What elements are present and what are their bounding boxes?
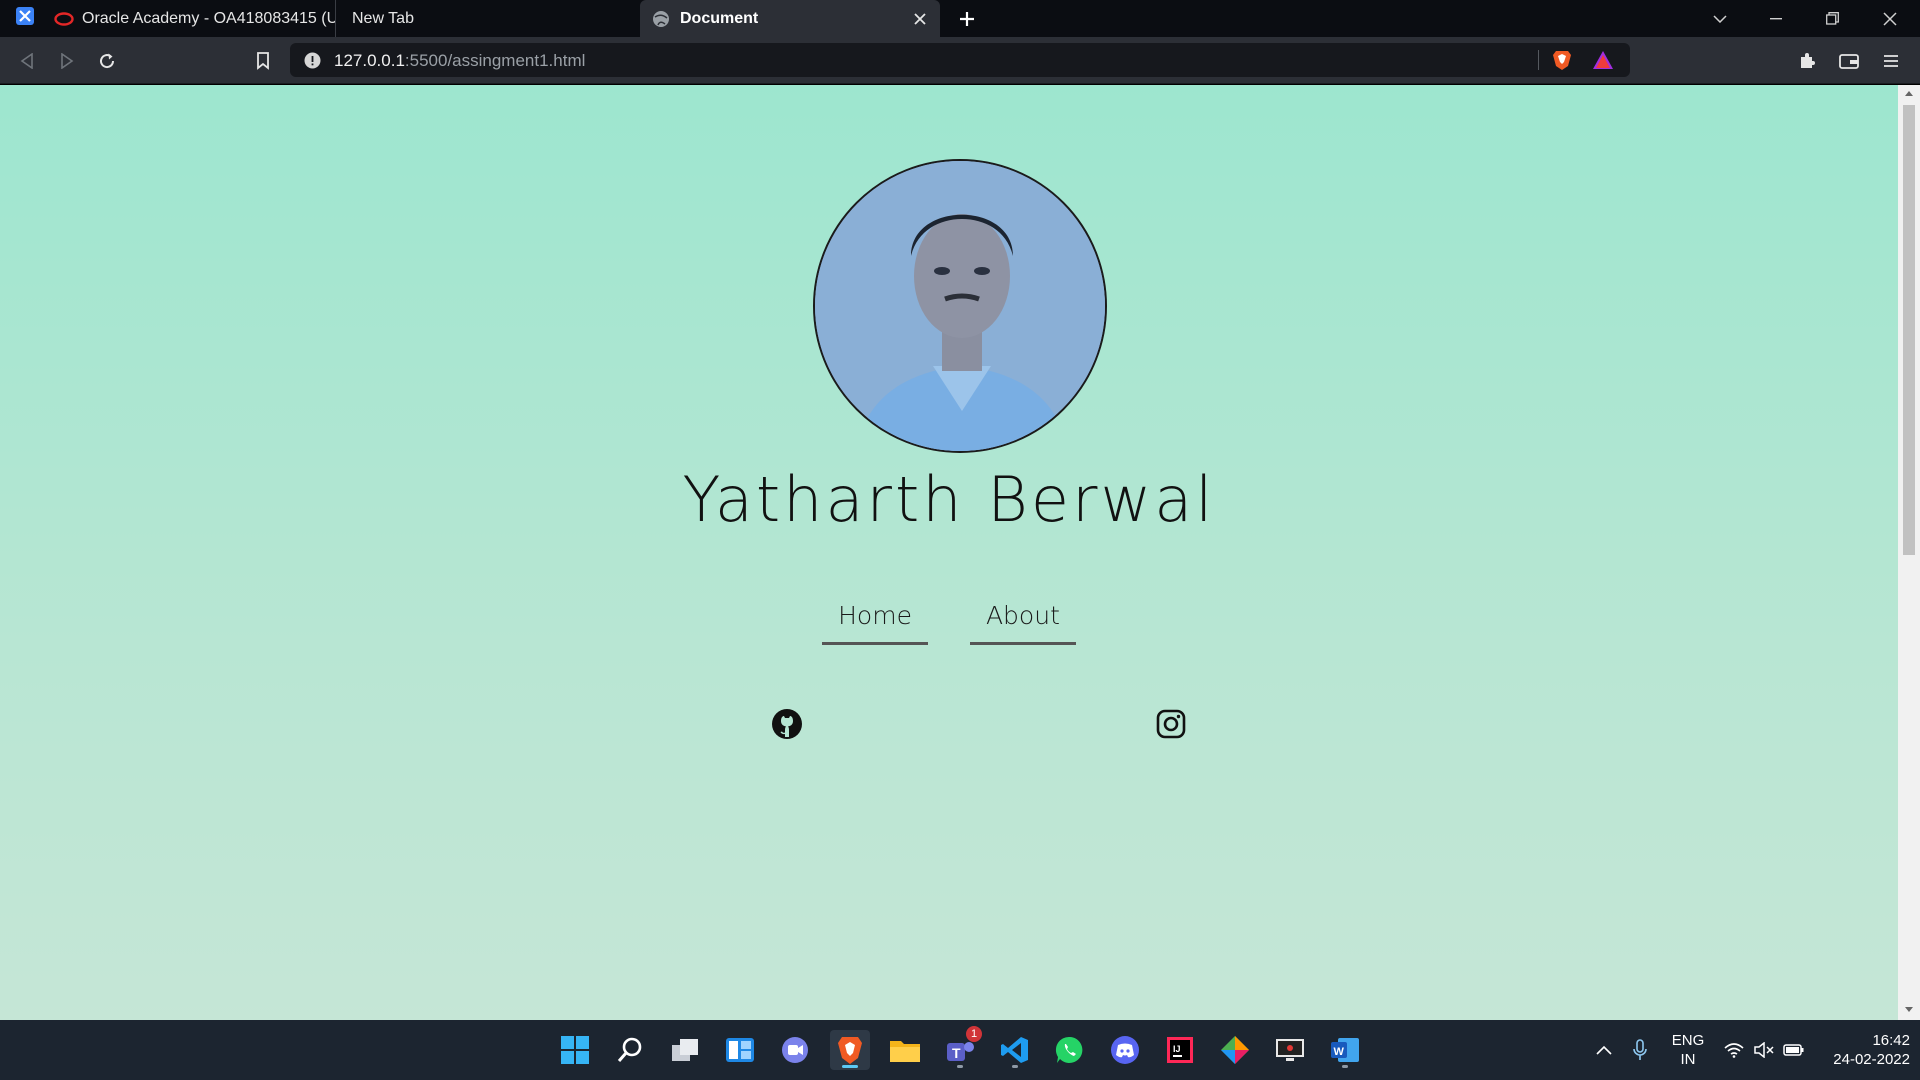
globe-icon [652, 10, 670, 28]
url-host: 127.0.0.1 [334, 51, 405, 70]
active-indicator [842, 1065, 858, 1068]
notification-badge: 1 [966, 1026, 982, 1042]
minimize-button[interactable] [1748, 0, 1804, 37]
url-text[interactable]: 127.0.0.1:5500/assingment1.html [334, 51, 585, 71]
file-explorer-icon[interactable] [885, 1030, 925, 1070]
web-page: Yatharth Berwal Home About [0, 85, 1898, 1020]
main-nav: Home About [0, 597, 1898, 645]
profile-name: Yatharth Berwal [682, 463, 1216, 536]
tab-new-tab[interactable]: New Tab [340, 0, 640, 37]
clock-date: 24-02-2022 [1833, 1051, 1910, 1068]
brave-rewards-icon[interactable] [1592, 50, 1614, 70]
new-tab-button[interactable] [952, 4, 982, 34]
page-scrollbar[interactable] [1898, 85, 1920, 1020]
reload-icon[interactable] [92, 46, 122, 76]
whatsapp-icon[interactable] [1050, 1030, 1090, 1070]
tab-document[interactable]: Document [640, 0, 940, 37]
chevron-up-icon[interactable] [1584, 1030, 1624, 1070]
teams-chat-icon[interactable] [775, 1030, 815, 1070]
remote-desktop-icon[interactable] [1270, 1030, 1310, 1070]
running-indicator [1012, 1065, 1018, 1068]
oracle-icon [54, 11, 74, 26]
url-path: :5500/assingment1.html [404, 51, 586, 70]
close-window-button[interactable] [1862, 0, 1918, 37]
clock-time: 16:42 [1872, 1032, 1910, 1049]
brave-shields-icon[interactable] [1552, 49, 1572, 71]
url-divider [1538, 50, 1539, 70]
svg-text:W: W [1334, 1046, 1345, 1058]
scroll-down-icon[interactable] [1903, 1003, 1915, 1015]
git-tool-icon[interactable] [1215, 1030, 1255, 1070]
windows-taskbar: T 1 IJ W ENG IN 16:42 24-02-2022 [0, 1020, 1920, 1080]
running-indicator [1342, 1065, 1348, 1068]
instagram-icon[interactable] [1154, 707, 1188, 741]
svg-text:T: T [952, 1045, 961, 1061]
info-icon[interactable] [304, 52, 321, 69]
battery-icon[interactable] [1774, 1030, 1814, 1070]
brave-browser-taskbar-icon[interactable] [830, 1030, 870, 1070]
tab-oracle-academy[interactable]: Oracle Academy - OA418083415 (User [48, 0, 336, 37]
forward-icon[interactable] [52, 46, 82, 76]
menu-icon[interactable] [1876, 46, 1906, 76]
region-code: IN [1680, 1051, 1696, 1068]
vscode-icon[interactable] [995, 1030, 1035, 1070]
microphone-icon[interactable] [1620, 1030, 1660, 1070]
scroll-thumb[interactable] [1903, 105, 1915, 555]
running-indicator [957, 1065, 963, 1068]
tab-search-chevron-icon[interactable] [1692, 0, 1748, 37]
start-icon[interactable] [555, 1030, 595, 1070]
pinned-app-icon [15, 6, 35, 31]
clock[interactable]: 16:42 24-02-2022 [1814, 1031, 1910, 1069]
tab-label: Document [680, 9, 759, 27]
back-icon[interactable] [12, 46, 42, 76]
restore-button[interactable] [1804, 0, 1860, 37]
search-icon[interactable] [610, 1030, 650, 1070]
widgets-icon[interactable] [720, 1030, 760, 1070]
task-view-icon[interactable] [665, 1030, 705, 1070]
profile-photo [813, 159, 1107, 453]
tab-label: New Tab [352, 9, 414, 27]
tab-label: Oracle Academy - OA418083415 (User [82, 9, 335, 27]
tab-pinned[interactable] [10, 0, 40, 37]
language-indicator[interactable]: ENG IN [1660, 1031, 1716, 1069]
intellij-icon[interactable]: IJ [1160, 1030, 1200, 1070]
svg-text:IJ: IJ [1173, 1044, 1181, 1054]
discord-icon[interactable] [1105, 1030, 1145, 1070]
nav-home-link[interactable]: Home [822, 597, 928, 645]
teams-icon[interactable]: T 1 [940, 1026, 982, 1070]
nav-about-link[interactable]: About [969, 597, 1076, 645]
bookmark-icon[interactable] [248, 46, 278, 76]
browser-titlebar: Oracle Academy - OA418083415 (User New T… [0, 0, 1920, 37]
address-bar[interactable]: 127.0.0.1:5500/assingment1.html [290, 43, 1630, 77]
wallet-icon[interactable] [1834, 46, 1864, 76]
close-tab-icon[interactable] [908, 7, 932, 31]
github-icon[interactable] [770, 707, 804, 741]
word-icon[interactable]: W [1325, 1030, 1365, 1070]
language-code: ENG [1671, 1032, 1705, 1049]
browser-toolbar: 127.0.0.1:5500/assingment1.html [0, 37, 1920, 84]
extensions-icon[interactable] [1792, 46, 1822, 76]
scroll-up-icon[interactable] [1903, 87, 1915, 99]
